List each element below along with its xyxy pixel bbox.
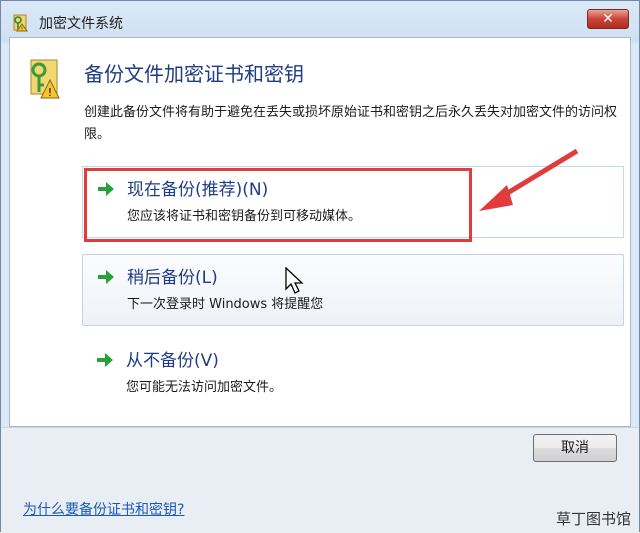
option-title: 稍后备份(L) [127, 268, 218, 288]
svg-text:!: ! [48, 86, 52, 99]
never-backup-option[interactable]: 从不备份(V) 您可能无法访问加密文件。 [82, 338, 624, 410]
option-subtitle: 您可能无法访问加密文件。 [126, 380, 283, 395]
cancel-button[interactable]: 取消 [533, 434, 617, 462]
close-icon: ✕ [602, 11, 614, 27]
close-button[interactable]: ✕ [587, 9, 629, 29]
dialog-heading: 备份文件加密证书和密钥 [84, 62, 304, 86]
dialog-window: ! 加密文件系统 ✕ ! 备份文件加密证书和密钥 创建此备份文件将有助于避免在丢… [0, 0, 640, 533]
backup-later-option[interactable]: 稍后备份(L) 下一次登录时 Windows 将提醒您 [82, 254, 624, 326]
watermark: 草丁图书馆 [555, 510, 631, 528]
green-arrow-icon [98, 270, 114, 284]
option-subtitle: 下一次登录时 Windows 将提醒您 [127, 297, 324, 312]
dialog-content: ! 备份文件加密证书和密钥 创建此备份文件将有助于避免在丢失或损坏原始证书和密钥… [9, 37, 631, 427]
key-lock-icon: ! [13, 14, 28, 33]
option-title: 从不备份(V) [126, 351, 219, 371]
dialog-footer: 取消 为什么要备份证书和密钥? 草丁图书馆 [1, 427, 639, 533]
annotation-highlight-box [84, 168, 472, 242]
svg-text:!: ! [21, 27, 23, 33]
window-title: 加密文件系统 [39, 16, 123, 32]
help-link[interactable]: 为什么要备份证书和密钥? [23, 499, 184, 519]
mouse-pointer-icon [285, 267, 304, 294]
dialog-description: 创建此备份文件将有助于避免在丢失或损坏原始证书和密钥之后永久丢失对加密文件的访问… [84, 105, 618, 142]
green-arrow-icon [97, 353, 113, 367]
certificate-key-icon: ! [30, 59, 60, 99]
